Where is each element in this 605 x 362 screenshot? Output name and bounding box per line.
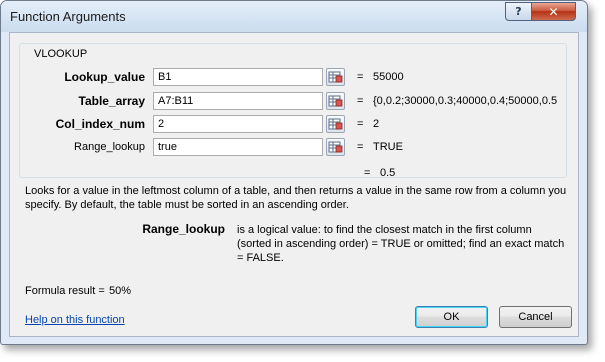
- function-name: VLOOKUP: [31, 48, 91, 60]
- argument-result: 55000: [373, 71, 404, 83]
- argument-result: TRUE: [373, 141, 403, 153]
- close-icon[interactable]: ✕: [531, 2, 576, 21]
- ok-button[interactable]: OK: [415, 306, 488, 328]
- argument-label: Col_index_num: [55, 117, 145, 131]
- function-description: Looks for a value in the leftmost column…: [25, 185, 567, 211]
- argument-result: {0,0.2;30000,0.3;40000,0.4;50000,0.5: [373, 95, 558, 107]
- col-index-num-field[interactable]: 2: [153, 115, 323, 133]
- function-result: 0.5: [380, 167, 396, 179]
- collapse-dialog-icon[interactable]: [326, 115, 345, 133]
- equals-sign: =: [357, 141, 364, 153]
- argument-label: Table_array: [78, 94, 146, 108]
- equals-sign: =: [357, 118, 364, 130]
- title-bar[interactable]: Function Arguments ? ✕: [1, 1, 587, 32]
- function-arguments-dialog: Function Arguments ? ✕ VLOOKUP Lookup_va…: [0, 0, 588, 345]
- equals-sign: =: [364, 167, 371, 179]
- argument-label: Lookup_value: [64, 70, 145, 84]
- equals-sign: =: [357, 71, 364, 83]
- help-on-function-link[interactable]: Help on this function: [25, 314, 125, 326]
- argument-row-range-lookup: Range_lookup true = TRUE: [10, 138, 570, 158]
- equals-sign: =: [357, 95, 364, 107]
- help-icon[interactable]: ?: [505, 2, 532, 21]
- cancel-button[interactable]: Cancel: [499, 306, 572, 328]
- collapse-dialog-icon[interactable]: [326, 92, 345, 110]
- argument-help-text: is a logical value: to find the closest …: [237, 224, 565, 264]
- argument-result: 2: [373, 118, 380, 130]
- argument-row-col-index-num: Col_index_num 2 = 2: [10, 115, 570, 135]
- collapse-dialog-icon[interactable]: [326, 138, 345, 156]
- collapse-dialog-icon[interactable]: [326, 68, 345, 86]
- argument-row-table-array: Table_array A7:B11 = {0,0.2;30000,0.3;40…: [10, 92, 570, 112]
- formula-result-label: Formula result =: [25, 285, 105, 297]
- argument-row-lookup-value: Lookup_value B1 = 55000: [10, 68, 570, 88]
- range-lookup-field[interactable]: true: [153, 138, 323, 156]
- window-title: Function Arguments: [10, 9, 126, 24]
- formula-result-value: 50%: [109, 285, 132, 297]
- dialog-content: VLOOKUP Lookup_value B1 = 55000 Table_ar…: [9, 32, 579, 337]
- lookup-value-field[interactable]: B1: [153, 68, 323, 86]
- table-array-field[interactable]: A7:B11: [153, 92, 323, 110]
- argument-help-name: Range_lookup: [142, 222, 225, 236]
- argument-label: Range_lookup: [74, 141, 145, 153]
